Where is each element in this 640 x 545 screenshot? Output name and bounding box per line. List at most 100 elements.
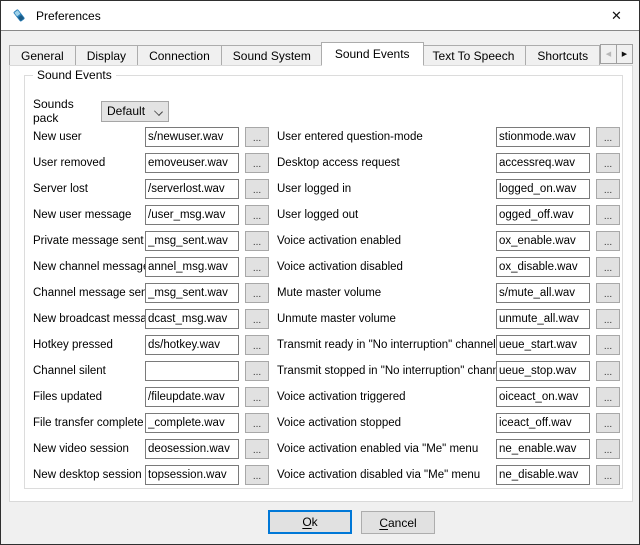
ok-button[interactable]: Ok bbox=[268, 510, 352, 534]
tab-connection[interactable]: Connection bbox=[138, 45, 222, 66]
close-button[interactable]: ✕ bbox=[594, 1, 639, 30]
sounds-pack-value: Default bbox=[107, 104, 145, 118]
tab-text-to-speech[interactable]: Text To Speech bbox=[422, 45, 527, 66]
sound-event-row: File transfer complete ... Voice activat… bbox=[33, 410, 620, 436]
sound-file-input[interactable] bbox=[145, 309, 239, 329]
sound-file-input[interactable] bbox=[496, 179, 590, 199]
browse-button[interactable]: ... bbox=[245, 439, 269, 459]
browse-button[interactable]: ... bbox=[245, 257, 269, 277]
event-label: Transmit stopped in "No interruption" ch… bbox=[277, 365, 496, 377]
event-label: Voice activation disabled via "Me" menu bbox=[277, 469, 496, 481]
ellipsis-icon: ... bbox=[253, 314, 261, 328]
ellipsis-icon: ... bbox=[253, 158, 261, 172]
browse-button[interactable]: ... bbox=[596, 387, 620, 407]
browse-button[interactable]: ... bbox=[596, 179, 620, 199]
event-label: New channel message bbox=[33, 261, 145, 273]
browse-button[interactable]: ... bbox=[245, 309, 269, 329]
sound-file-input[interactable] bbox=[145, 335, 239, 355]
browse-button[interactable]: ... bbox=[245, 335, 269, 355]
sound-file-input[interactable] bbox=[145, 283, 239, 303]
ellipsis-icon: ... bbox=[604, 314, 612, 328]
event-label: Desktop access request bbox=[277, 157, 496, 169]
sound-file-input[interactable] bbox=[496, 127, 590, 147]
sound-file-input[interactable] bbox=[145, 231, 239, 251]
ellipsis-icon: ... bbox=[253, 184, 261, 198]
sound-file-input[interactable] bbox=[496, 335, 590, 355]
tab-scroll-right-button[interactable]: ▶ bbox=[616, 44, 633, 64]
browse-button[interactable]: ... bbox=[596, 309, 620, 329]
sound-file-input[interactable] bbox=[496, 231, 590, 251]
sound-file-input[interactable] bbox=[496, 361, 590, 381]
event-label: Server lost bbox=[33, 183, 145, 195]
browse-button[interactable]: ... bbox=[245, 283, 269, 303]
browse-button[interactable]: ... bbox=[596, 413, 620, 433]
event-label: Channel silent bbox=[33, 365, 145, 377]
browse-button[interactable]: ... bbox=[596, 257, 620, 277]
tab-shortcuts[interactable]: Shortcuts bbox=[526, 45, 600, 66]
cancel-button-label: ancel bbox=[388, 516, 417, 530]
browse-button[interactable]: ... bbox=[596, 127, 620, 147]
preferences-dialog: Preferences ✕ GeneralDisplayConnectionSo… bbox=[0, 0, 640, 545]
chevron-right-icon: ▶ bbox=[622, 50, 627, 58]
browse-button[interactable]: ... bbox=[596, 231, 620, 251]
tab-sound-system[interactable]: Sound System bbox=[222, 45, 323, 66]
sound-file-input[interactable] bbox=[496, 283, 590, 303]
browse-button[interactable]: ... bbox=[245, 179, 269, 199]
browse-button[interactable]: ... bbox=[245, 205, 269, 225]
sound-file-input[interactable] bbox=[145, 387, 239, 407]
sound-file-input[interactable] bbox=[145, 361, 239, 381]
cancel-button[interactable]: Cancel bbox=[361, 511, 435, 534]
sounds-pack-select[interactable]: Default bbox=[101, 101, 169, 122]
browse-button[interactable]: ... bbox=[596, 465, 620, 485]
browse-button[interactable]: ... bbox=[245, 127, 269, 147]
sound-file-input[interactable] bbox=[496, 309, 590, 329]
sound-file-input[interactable] bbox=[496, 153, 590, 173]
sound-file-input[interactable] bbox=[145, 179, 239, 199]
browse-button[interactable]: ... bbox=[245, 153, 269, 173]
sounds-pack-row: Sounds pack Default bbox=[33, 97, 169, 125]
browse-button[interactable]: ... bbox=[596, 153, 620, 173]
event-label: Channel message sent bbox=[33, 287, 145, 299]
browse-button[interactable]: ... bbox=[245, 387, 269, 407]
sound-file-input[interactable] bbox=[496, 257, 590, 277]
sound-file-input[interactable] bbox=[145, 257, 239, 277]
sound-file-input[interactable] bbox=[496, 387, 590, 407]
sound-event-rows: New user ... User entered question-mode … bbox=[33, 124, 620, 488]
ellipsis-icon: ... bbox=[604, 470, 612, 484]
ellipsis-icon: ... bbox=[604, 210, 612, 224]
app-icon bbox=[11, 7, 28, 24]
browse-button[interactable]: ... bbox=[596, 439, 620, 459]
sound-file-input[interactable] bbox=[145, 205, 239, 225]
browse-button[interactable]: ... bbox=[245, 413, 269, 433]
browse-button[interactable]: ... bbox=[596, 361, 620, 381]
tab-general[interactable]: General bbox=[9, 45, 76, 66]
sound-file-input[interactable] bbox=[145, 413, 239, 433]
sound-event-row: Channel silent ... Transmit stopped in "… bbox=[33, 358, 620, 384]
browse-button[interactable]: ... bbox=[596, 205, 620, 225]
event-label: Voice activation enabled via "Me" menu bbox=[277, 443, 496, 455]
tab-scroller: ◀ ▶ bbox=[600, 44, 633, 64]
sound-event-row: Hotkey pressed ... Transmit ready in "No… bbox=[33, 332, 620, 358]
sound-file-input[interactable] bbox=[496, 413, 590, 433]
sound-file-input[interactable] bbox=[496, 205, 590, 225]
tab-display[interactable]: Display bbox=[76, 45, 138, 66]
event-label: User removed bbox=[33, 157, 145, 169]
event-label: New desktop session bbox=[33, 469, 145, 481]
sound-file-input[interactable] bbox=[145, 153, 239, 173]
ellipsis-icon: ... bbox=[604, 418, 612, 432]
browse-button[interactable]: ... bbox=[245, 465, 269, 485]
sound-file-input[interactable] bbox=[496, 465, 590, 485]
browse-button[interactable]: ... bbox=[596, 335, 620, 355]
sound-file-input[interactable] bbox=[145, 127, 239, 147]
tab-scroll-left-button[interactable]: ◀ bbox=[600, 44, 617, 64]
event-label: Voice activation stopped bbox=[277, 417, 496, 429]
browse-button[interactable]: ... bbox=[245, 361, 269, 381]
sound-event-row: Private message sent ... Voice activatio… bbox=[33, 228, 620, 254]
tab-sound-events[interactable]: Sound Events bbox=[321, 42, 424, 66]
sound-file-input[interactable] bbox=[145, 439, 239, 459]
sound-file-input[interactable] bbox=[145, 465, 239, 485]
browse-button[interactable]: ... bbox=[245, 231, 269, 251]
browse-button[interactable]: ... bbox=[596, 283, 620, 303]
event-label: New broadcast message bbox=[33, 313, 145, 325]
sound-file-input[interactable] bbox=[496, 439, 590, 459]
